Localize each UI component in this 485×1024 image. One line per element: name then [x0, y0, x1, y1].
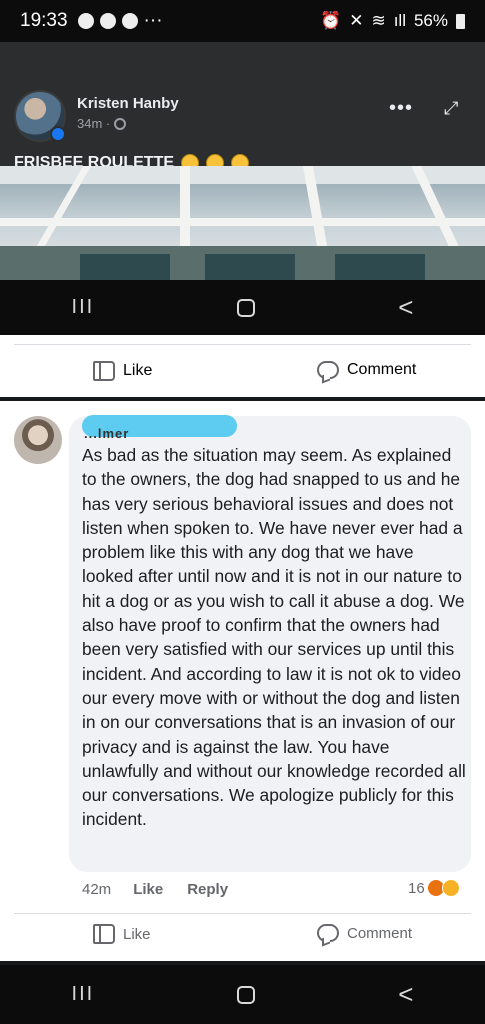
comment-section: ...lmer As bad as the situation may seem…	[0, 401, 485, 961]
comment-meta: 42m Like Reply	[82, 881, 252, 898]
app-icon	[121, 13, 138, 29]
divider	[14, 344, 471, 345]
post-author[interactable]: Kristen Hanby	[77, 95, 179, 112]
system-nav-bar: III <	[0, 965, 485, 1024]
recent-apps-icon: III	[71, 296, 95, 318]
home-button[interactable]	[237, 985, 256, 1004]
video-post[interactable]: Kristen Hanby 34m · ••• ⤢ FRISBEE ROULET…	[0, 42, 485, 335]
divider	[14, 913, 471, 914]
status-right: ⏰ ✕ ≋ ıll 56%	[320, 11, 465, 31]
like-label: Like	[123, 362, 153, 379]
back-button[interactable]: <	[398, 979, 413, 1010]
status-time: 19:33	[20, 10, 68, 31]
comment-label: Comment	[347, 924, 413, 942]
video-scene	[205, 254, 295, 280]
comment-icon	[317, 361, 339, 379]
like-button[interactable]: Like	[93, 924, 151, 944]
battery-icon	[456, 13, 465, 29]
status-bar: 19:33 ··· ⏰ ✕ ≋ ıll 56%	[0, 0, 485, 42]
video-scene	[180, 166, 190, 246]
video-scene	[80, 254, 170, 280]
signal-icon: ıll	[393, 11, 406, 30]
more-options-icon[interactable]: •••	[389, 98, 413, 118]
globe-icon	[114, 117, 127, 130]
reaction-summary[interactable]: 16	[408, 879, 460, 897]
comment-reply-link[interactable]: Reply	[187, 881, 228, 898]
recent-apps-button[interactable]: III	[72, 983, 95, 1006]
comment-like-link[interactable]: Like	[133, 881, 163, 898]
back-icon: <	[398, 292, 414, 322]
video-frame[interactable]	[0, 166, 485, 280]
embedded-nav-bar: III <	[0, 280, 485, 335]
comment-label: Comment	[347, 361, 417, 378]
comment-text: As bad as the situation may seem. As exp…	[82, 445, 466, 830]
comment-time: 42m	[82, 881, 112, 898]
more-notifications-icon: ···	[143, 10, 163, 31]
verified-icon	[50, 126, 66, 142]
like-label: Like	[123, 925, 151, 943]
video-scene	[335, 254, 425, 280]
reaction-count: 16	[408, 879, 425, 897]
wifi-icon: ≋	[371, 11, 386, 30]
thumbs-up-icon	[93, 924, 115, 944]
post-meta: 34m ·	[77, 116, 127, 131]
like-button[interactable]: Like	[93, 361, 152, 381]
commenter-avatar[interactable]	[14, 416, 62, 464]
comment-button[interactable]: Comment	[317, 924, 412, 942]
post-actions-card: Like Comment	[0, 335, 485, 397]
commenter-name-fragment[interactable]: ...lmer	[84, 426, 129, 441]
comment-button[interactable]: Comment	[317, 361, 416, 379]
thumbs-up-icon	[93, 361, 115, 381]
comment-icon	[317, 924, 339, 942]
expand-icon[interactable]: ⤢	[444, 98, 458, 119]
battery-percent: 56%	[413, 11, 448, 30]
post-header: Kristen Hanby 34m · ••• ⤢ FRISBEE ROULET…	[0, 62, 485, 172]
mute-icon: ✕	[349, 11, 364, 30]
video-scene	[0, 218, 485, 226]
notification-icon	[77, 13, 94, 29]
haha-reaction-icon	[441, 879, 460, 897]
author-avatar[interactable]	[14, 90, 66, 142]
alarm-icon: ⏰	[320, 11, 342, 30]
app-icon	[99, 13, 116, 29]
post-time: 34m ·	[77, 116, 111, 131]
home-icon	[237, 298, 256, 317]
